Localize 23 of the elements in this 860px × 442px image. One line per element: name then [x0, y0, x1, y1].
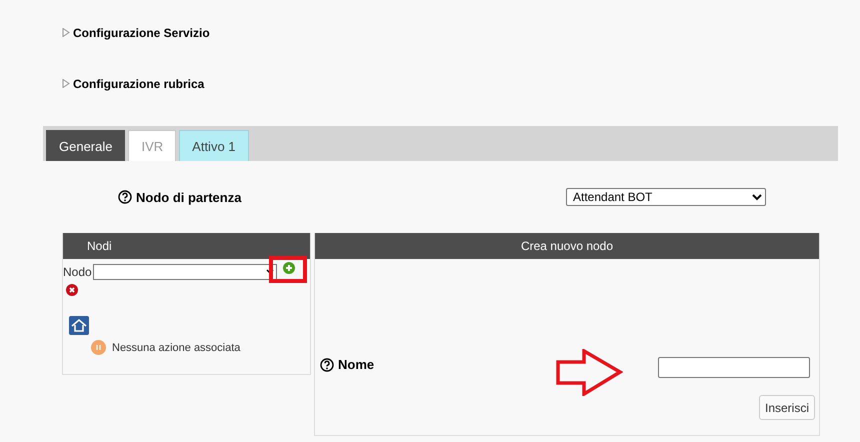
- expand-icon[interactable]: [62, 28, 70, 37]
- create-node-header: Crea nuovo nodo: [315, 233, 819, 259]
- name-label: Nome: [338, 357, 374, 372]
- nodes-header: Nodi: [63, 233, 310, 259]
- delete-icon[interactable]: [66, 284, 78, 296]
- section-title[interactable]: Configurazione rubrica: [73, 76, 204, 90]
- add-icon[interactable]: [282, 262, 295, 274]
- help-icon[interactable]: [118, 190, 132, 204]
- tab[interactable]: Generale: [46, 130, 126, 161]
- pause-icon: [91, 340, 106, 355]
- start-node-select[interactable]: Attendant BOT: [566, 188, 766, 206]
- node-label: Nodo: [63, 265, 92, 279]
- insert-button[interactable]: Inserisci: [759, 395, 816, 420]
- name-input[interactable]: [658, 357, 810, 378]
- node-select[interactable]: [92, 264, 277, 280]
- section-title[interactable]: Configurazione Servizio: [73, 26, 210, 40]
- node-action-label[interactable]: Nessuna azione associata: [112, 342, 240, 354]
- caret-icon: [266, 269, 274, 275]
- home-icon[interactable]: [69, 316, 89, 335]
- expand-icon[interactable]: [62, 79, 70, 88]
- tab[interactable]: Attivo 1: [179, 130, 249, 161]
- start-node-label: Nodo di partenza: [136, 190, 242, 204]
- help-icon[interactable]: [320, 358, 334, 372]
